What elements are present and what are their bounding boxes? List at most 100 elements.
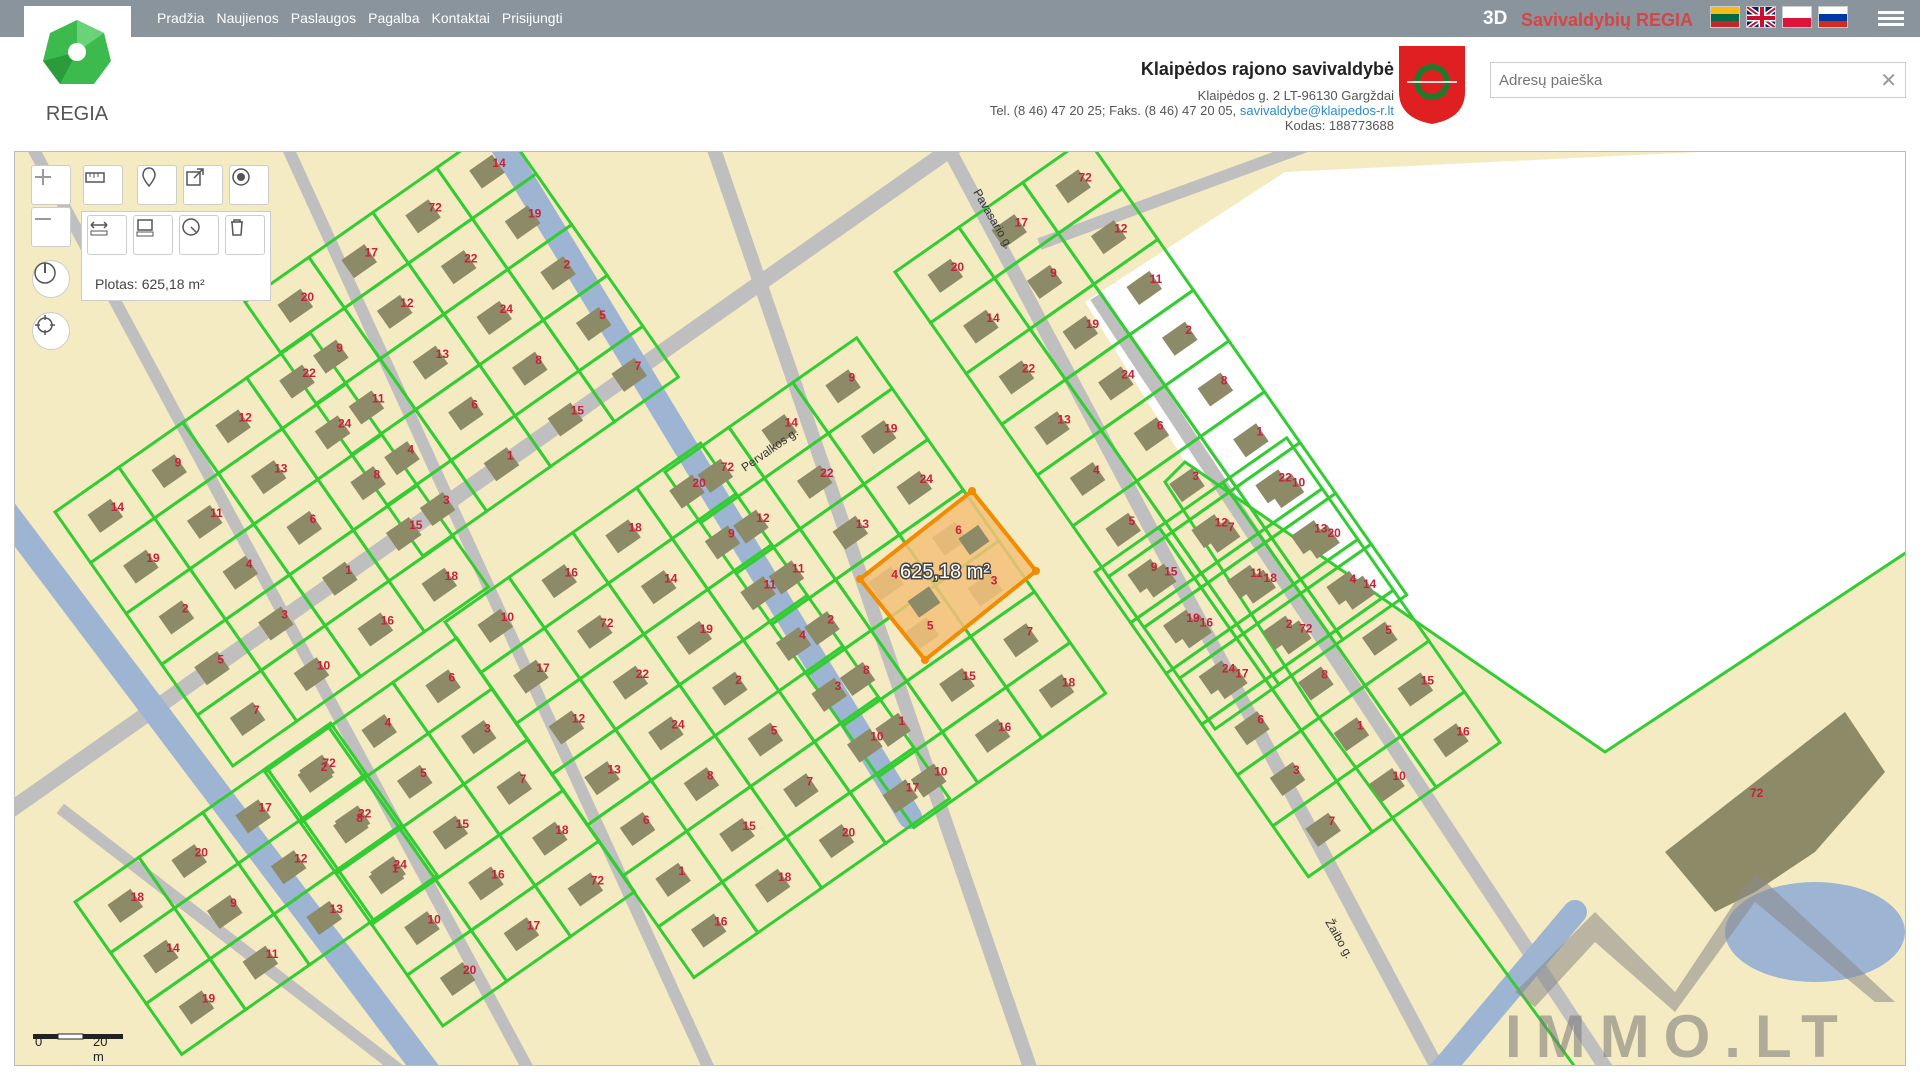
house-number: 9 — [1151, 560, 1158, 574]
building — [496, 770, 532, 805]
house-number: 10 — [934, 765, 948, 779]
house-number: 4 — [385, 715, 392, 729]
hamburger-menu-icon[interactable] — [1878, 8, 1904, 28]
house-number: 18 — [1264, 571, 1278, 585]
house-number: 1 — [899, 714, 906, 728]
building — [158, 600, 195, 635]
locate-button[interactable] — [229, 165, 269, 205]
house-number: 2 — [1185, 323, 1192, 337]
building — [747, 722, 784, 757]
parcel-vertex[interactable] — [856, 575, 864, 583]
building — [448, 396, 484, 431]
building — [460, 720, 497, 755]
house-number: 9 — [336, 341, 343, 355]
ru-flag-icon[interactable] — [1818, 6, 1848, 28]
address-search: ✕ — [1490, 62, 1906, 98]
house-number: 11 — [792, 562, 805, 576]
house-number: 1 — [679, 864, 686, 878]
house-number: 20 — [842, 825, 856, 839]
brand-name[interactable]: Savivaldybių REGIA — [1521, 10, 1693, 31]
house-number: 7 — [1026, 624, 1033, 638]
compass-icon — [34, 262, 56, 284]
lt-flag-icon[interactable] — [1710, 6, 1740, 28]
parcel-vertex[interactable] — [1032, 567, 1040, 575]
house-number: 5 — [771, 724, 778, 738]
house-number: 20 — [195, 845, 209, 859]
house-number: 5 — [927, 618, 934, 632]
brand-3d[interactable]: 3D — [1483, 8, 1507, 30]
nav-kontaktai[interactable]: Kontaktai — [432, 10, 490, 26]
parcel-vertex[interactable] — [921, 656, 929, 664]
measure-distance-button[interactable] — [87, 215, 127, 255]
building — [619, 811, 656, 847]
house-number: 2 — [827, 612, 834, 626]
house-number: 18 — [778, 870, 792, 884]
house-number: 8 — [356, 811, 363, 825]
measure-tool-button[interactable] — [83, 165, 123, 205]
house-number: 5 — [420, 766, 427, 780]
house-number: 19 — [1086, 317, 1100, 331]
house-number: 5 — [599, 308, 606, 322]
nav-pradzia[interactable]: Pradžia — [157, 10, 204, 26]
street-label-zaibo: Žaibo g. — [1322, 916, 1357, 961]
marker-tool-button[interactable] — [137, 165, 177, 205]
house-number: 5 — [1129, 514, 1136, 528]
house-number: 20 — [463, 963, 477, 977]
ruler-icon — [85, 172, 105, 183]
my-location-button[interactable] — [32, 312, 70, 350]
share-button[interactable] — [183, 165, 223, 205]
house-number: 15 — [571, 404, 585, 418]
nav-paslaugos[interactable]: Paslaugos — [291, 10, 356, 26]
house-number: 1 — [1256, 424, 1263, 438]
compass-button[interactable] — [32, 260, 70, 298]
measure-area-button[interactable] — [133, 215, 173, 255]
building — [511, 351, 548, 386]
house-number: 4 — [246, 557, 253, 571]
parcel-vertex[interactable] — [968, 487, 976, 495]
nav-prisijungti[interactable]: Prisijungti — [502, 10, 563, 26]
house-number: 24 — [500, 302, 514, 316]
regia-logo[interactable]: REGIA — [24, 6, 131, 131]
house-number: 8 — [707, 768, 714, 782]
zoom-in-button[interactable] — [31, 165, 71, 205]
address-search-input[interactable] — [1491, 63, 1861, 97]
delete-measure-button[interactable] — [225, 215, 265, 255]
house-number: 20 — [951, 260, 965, 274]
cadastral-map[interactable]: 625,18 m² Pervalkos g. Pavasario g. Žaib… — [15, 152, 1906, 1066]
house-number: 9 — [728, 527, 735, 541]
measure-circle-button[interactable] — [179, 215, 219, 255]
municipality-email[interactable]: savivaldybe@klaipedos-r.lt — [1240, 103, 1394, 118]
house-number: 3 — [484, 721, 491, 735]
building — [825, 369, 861, 404]
house-number: 19 — [1186, 611, 1200, 625]
house-number: 8 — [863, 663, 870, 677]
scale-label: 20 m — [93, 1034, 108, 1064]
selected-area-label: 625,18 m² — [900, 561, 990, 583]
house-number: 18 — [445, 569, 459, 583]
map-canvas[interactable]: 625,18 m² Pervalkos g. Pavasario g. Žaib… — [14, 151, 1906, 1066]
house-number: 11 — [210, 506, 223, 520]
nav-pagalba[interactable]: Pagalba — [368, 10, 419, 26]
house-number: 15 — [1421, 674, 1435, 688]
house-number: 14 — [111, 500, 125, 514]
uk-flag-icon[interactable] — [1746, 6, 1776, 28]
house-number: 1 — [392, 862, 399, 876]
nav-naujienos[interactable]: Naujienos — [216, 10, 278, 26]
house-number: 10 — [501, 610, 515, 624]
search-clear-icon[interactable]: ✕ — [1880, 68, 1897, 93]
house-number: 11 — [1250, 566, 1263, 580]
regia-logo-icon: REGIA — [43, 20, 111, 125]
municipality-address: Klaipėdos g. 2 LT-96130 Gargždai — [1197, 88, 1394, 103]
scale-zero: 0 — [35, 1034, 43, 1049]
house-number: 1 — [507, 448, 514, 462]
pl-flag-icon[interactable] — [1782, 6, 1812, 28]
house-number: 6 — [1157, 418, 1164, 432]
house-number: 17 — [536, 661, 550, 675]
house-number: 72 — [1299, 622, 1313, 636]
house-number: 4 — [799, 628, 806, 642]
zoom-out-button[interactable] — [31, 207, 71, 247]
house-number: 11 — [1150, 272, 1163, 286]
house-number: 6 — [310, 512, 317, 526]
house-number: 16 — [1456, 724, 1470, 738]
house-number: 5 — [217, 652, 224, 666]
